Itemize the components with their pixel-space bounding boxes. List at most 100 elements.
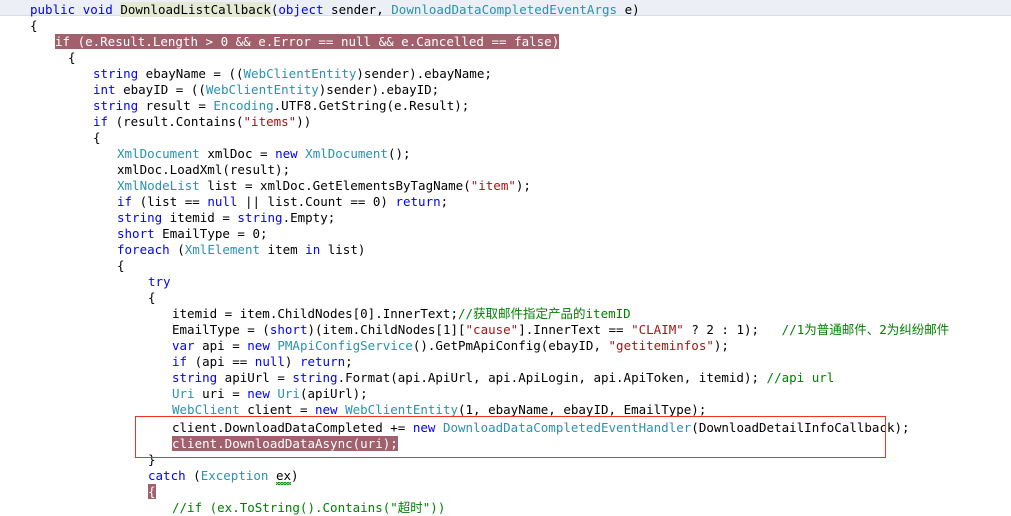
token-plain: ; bbox=[345, 354, 353, 369]
code-line-27[interactable]: client.DownloadDataCompleted += new Down… bbox=[172, 420, 910, 436]
reference-highlight-downloadlistcallback[interactable]: DownloadListCallback bbox=[120, 2, 271, 17]
code-line-19[interactable]: { bbox=[148, 290, 156, 306]
token-keyword: var bbox=[172, 338, 195, 353]
token-keyword: object bbox=[278, 2, 324, 17]
code-line-21[interactable]: EmailType = (short)(item.ChildNodes[1]["… bbox=[172, 322, 949, 338]
error-squiggle-ex[interactable]: ex bbox=[276, 468, 291, 483]
token-plain: )(item.ChildNodes[1][ bbox=[307, 322, 466, 337]
code-line-2[interactable]: { bbox=[30, 18, 38, 34]
token-keyword: int bbox=[93, 82, 116, 97]
token-keyword: new bbox=[275, 146, 298, 161]
code-line-12[interactable]: XmlNodeList list = xmlDoc.GetElementsByT… bbox=[117, 178, 531, 194]
code-line-24[interactable]: string apiUrl = string.Format(api.ApiUrl… bbox=[172, 370, 834, 386]
code-line-11[interactable]: xmlDoc.LoadXml(result); bbox=[117, 162, 290, 178]
token-plain: (result.Contains( bbox=[108, 114, 244, 129]
token-plain: EmailType = ( bbox=[172, 322, 270, 337]
token-keyword: string bbox=[172, 370, 218, 385]
token-plain: apiUrl = bbox=[217, 370, 293, 385]
token-plain: .Format(api.ApiUrl, api.ApiLogin, api.Ap… bbox=[337, 370, 767, 385]
token-plain: (apiUrl); bbox=[299, 386, 368, 401]
code-line-14[interactable]: string itemid = string.Empty; bbox=[117, 210, 335, 226]
token-keyword: null bbox=[207, 194, 238, 209]
code-line-15[interactable]: short EmailType = 0; bbox=[117, 226, 268, 242]
selection-download-data-async[interactable]: client.DownloadDataAsync(uri); bbox=[172, 436, 398, 451]
code-line-6[interactable]: int ebayID = ((WebClientEntity)sender).e… bbox=[93, 82, 439, 98]
code-line-26[interactable]: WebClient client = new WebClientEntity(1… bbox=[172, 402, 706, 418]
token-type: XmlNodeList bbox=[117, 178, 200, 193]
token-plain: (list == bbox=[132, 194, 208, 209]
token-keyword: new bbox=[412, 420, 436, 435]
token-plain: (api == bbox=[187, 354, 255, 369]
token-keyword: return bbox=[299, 354, 346, 369]
token-plain: .UTF8.GetString(e.Result); bbox=[273, 98, 470, 113]
token-type: DownloadDataCompletedEventArgs bbox=[391, 2, 618, 17]
selection-open-brace[interactable]: { bbox=[148, 484, 156, 499]
token-keyword: foreach bbox=[117, 242, 170, 257]
code-text-layer[interactable]: public void DownloadListCallback(object … bbox=[0, 0, 1011, 515]
token-keyword: string bbox=[117, 210, 163, 225]
code-line-20[interactable]: itemid = item.ChildNodes[0].InnerText;//… bbox=[172, 306, 631, 322]
token-plain: client.DownloadDataCompleted += bbox=[172, 420, 413, 435]
token-keyword: new bbox=[315, 402, 338, 417]
code-line-10[interactable]: XmlDocument xmlDoc = new XmlDocument(); bbox=[117, 146, 411, 162]
token-plain: ( bbox=[185, 468, 201, 483]
token-type: Encoding bbox=[213, 98, 274, 113]
token-plain: )) bbox=[296, 114, 312, 129]
token-comment: //获取邮件指定产品的itemID bbox=[457, 306, 631, 321]
token-plain: EmailType = 0; bbox=[154, 226, 268, 241]
code-line-32[interactable]: //if (ex.ToString().Contains("超时")) bbox=[172, 500, 445, 516]
token-plain: ].InnerText == bbox=[518, 322, 632, 337]
token-keyword: null bbox=[254, 354, 285, 369]
token-type: Uri bbox=[277, 386, 300, 401]
token-plain: ) bbox=[284, 354, 300, 369]
token-type: XmlDocument bbox=[117, 146, 200, 161]
code-line-25[interactable]: Uri uri = new Uri(apiUrl); bbox=[172, 386, 368, 402]
selection-if-condition[interactable]: if (e.Result.Length > 0 && e.Error == nu… bbox=[55, 34, 560, 49]
code-line-4[interactable]: { bbox=[68, 50, 76, 66]
code-line-29[interactable]: } bbox=[148, 452, 156, 468]
token-plain: item bbox=[260, 242, 306, 257]
token-plain: e) bbox=[617, 2, 640, 17]
token-keyword: in bbox=[305, 242, 321, 257]
token-keyword: catch bbox=[148, 468, 186, 483]
code-line-23[interactable]: if (api == null) return; bbox=[172, 354, 353, 370]
token-keyword: short bbox=[269, 322, 308, 337]
token-string: "cause" bbox=[465, 322, 519, 337]
code-line-30[interactable]: catch (Exception ex) bbox=[148, 468, 299, 484]
code-line-8[interactable]: if (result.Contains("items")) bbox=[93, 114, 311, 130]
token-plain: )sender).ebayID; bbox=[318, 82, 440, 97]
token-plain: xmlDoc = bbox=[199, 146, 276, 161]
code-line-17[interactable]: { bbox=[117, 258, 125, 274]
token-type: PMApiConfigService bbox=[277, 338, 413, 353]
token-keyword: try bbox=[148, 274, 171, 289]
token-plain: (DownloadDetailInfoCallback); bbox=[691, 420, 910, 435]
code-editor-canvas[interactable]: public void DownloadListCallback(object … bbox=[0, 0, 1011, 515]
token-plain: ? 2 : 1); bbox=[683, 322, 782, 337]
code-line-31[interactable]: { bbox=[148, 484, 156, 500]
code-line-22[interactable]: var api = new PMApiConfigService().GetPm… bbox=[172, 338, 729, 354]
token-string: "getiteminfos" bbox=[608, 338, 714, 353]
token-plain: || list.Count == 0) bbox=[237, 194, 396, 209]
token-type: XmlElement bbox=[184, 242, 261, 257]
code-line-5[interactable]: string ebayName = ((WebClientEntity)send… bbox=[93, 66, 492, 82]
code-line-18[interactable]: try bbox=[148, 274, 171, 290]
code-line-1[interactable]: public void DownloadListCallback(object … bbox=[30, 2, 640, 18]
code-line-3[interactable]: if (e.Result.Length > 0 && e.Error == nu… bbox=[55, 34, 560, 50]
token-keyword: return bbox=[395, 194, 441, 209]
code-line-13[interactable]: if (list == null || list.Count == 0) ret… bbox=[117, 194, 448, 210]
code-line-28[interactable]: client.DownloadDataAsync(uri); bbox=[172, 436, 398, 452]
token-type: Exception bbox=[200, 468, 269, 483]
code-line-16[interactable]: foreach (XmlElement item in list) bbox=[117, 242, 365, 258]
token-plain: sender, bbox=[323, 2, 392, 17]
token-comment: //api url bbox=[766, 370, 835, 385]
code-line-9[interactable]: { bbox=[93, 130, 101, 146]
code-line-7[interactable]: string result = Encoding.UTF8.GetString(… bbox=[93, 98, 469, 114]
token-plain: api = bbox=[194, 338, 248, 353]
token-plain: ; bbox=[440, 194, 449, 209]
token-type: Uri bbox=[172, 386, 195, 401]
token-keyword: new bbox=[247, 386, 270, 401]
token-keyword: if bbox=[117, 194, 133, 209]
